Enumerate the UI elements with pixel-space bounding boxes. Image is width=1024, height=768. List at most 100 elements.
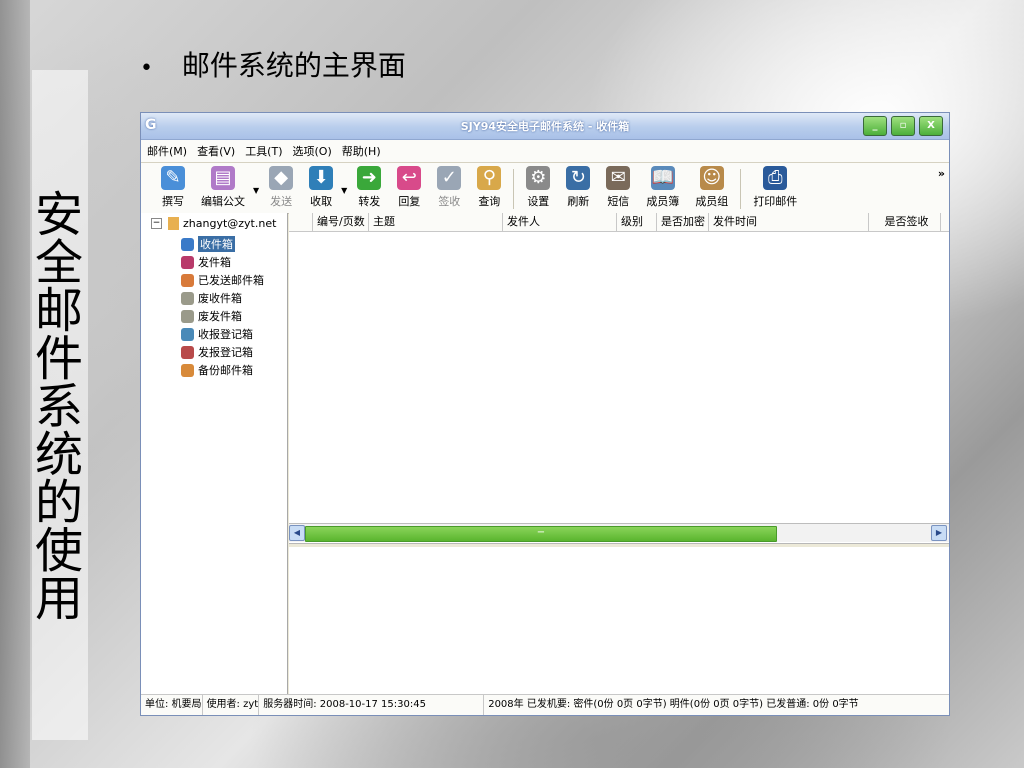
print-label: 打印邮件: [753, 195, 798, 208]
status-unit: 单位: 机要局: [141, 695, 203, 715]
group-icon: ☺: [699, 166, 724, 190]
settings-label: 设置: [527, 195, 550, 208]
members-button[interactable]: 📖 成员簿: [638, 166, 687, 213]
refresh-icon: ↻: [566, 166, 591, 190]
window-title: SJY94安全电子邮件系统 - 收件箱: [460, 120, 630, 133]
sign-button[interactable]: ✓ 签收: [429, 166, 469, 213]
compose-icon: ✎: [161, 166, 185, 190]
folder-sent[interactable]: 已发送邮件箱: [181, 271, 264, 289]
column-send-time[interactable]: 发件时间: [709, 213, 869, 231]
toolbar-separator: [740, 169, 742, 209]
tree-root-account[interactable]: − zhangyt@zyt.net: [151, 217, 276, 230]
sign-label: 签收: [438, 195, 461, 208]
slide-bullet-heading: • 邮件系统的主界面: [140, 44, 406, 84]
window-titlebar[interactable]: G SJY94安全电子邮件系统 - 收件箱 _ ▫ X: [141, 113, 949, 140]
folder-label: 发件箱: [198, 256, 231, 269]
sent-icon: [181, 273, 194, 287]
forward-icon: ➜: [357, 166, 382, 190]
gear-icon: ⚙: [526, 166, 551, 190]
window-controls: _ ▫ X: [863, 116, 943, 136]
bullet-text: 邮件系统的主界面: [181, 49, 406, 82]
address-book-icon: 📖: [650, 166, 675, 190]
folder-inbox[interactable]: 收件箱: [181, 235, 264, 253]
receive-dropdown-icon[interactable]: ▼: [341, 186, 347, 213]
column-sender[interactable]: 发件人: [503, 213, 617, 231]
register-icon: [181, 327, 194, 341]
maximize-button[interactable]: ▫: [891, 116, 915, 136]
forward-button[interactable]: ➜ 转发: [349, 166, 389, 213]
groups-label: 成员组: [695, 195, 729, 208]
main-body: − zhangyt@zyt.net 收件箱 发件箱 已发送邮件箱 废收件箱 废发…: [141, 213, 949, 695]
folder-label: 废发件箱: [198, 310, 242, 323]
bullet-dot: •: [140, 56, 153, 81]
edit-document-dropdown-icon[interactable]: ▼: [253, 186, 259, 213]
search-icon: ⚲: [477, 166, 502, 190]
menu-help[interactable]: 帮助(H): [342, 143, 381, 159]
folder-label: 发报登记箱: [198, 346, 253, 359]
sms-button[interactable]: ✉ 短信: [598, 166, 638, 213]
column-encrypted[interactable]: 是否加密: [657, 213, 709, 231]
edit-document-button[interactable]: ▤ 编辑公文: [193, 166, 253, 213]
send-button[interactable]: ◆ 发送: [261, 166, 301, 213]
menu-tools[interactable]: 工具(T): [245, 143, 282, 159]
collapse-icon[interactable]: −: [151, 218, 162, 229]
menubar: 邮件(M) 查看(V) 工具(T) 选项(O) 帮助(H): [141, 140, 949, 163]
folder-trash-received[interactable]: 废收件箱: [181, 289, 264, 307]
edit-document-label: 编辑公文: [201, 195, 245, 208]
folder-tree: − zhangyt@zyt.net 收件箱 发件箱 已发送邮件箱 废收件箱 废发…: [141, 213, 288, 695]
refresh-button[interactable]: ↻ 刷新: [558, 166, 598, 213]
toolbar-overflow-icon[interactable]: »: [938, 167, 945, 180]
print-button[interactable]: ⎙ 打印邮件: [745, 166, 805, 213]
settings-button[interactable]: ⚙ 设置: [518, 166, 558, 213]
compose-button[interactable]: ✎ 撰写: [153, 166, 193, 213]
forward-label: 转发: [358, 195, 381, 208]
slide-vertical-title: 安全邮件系统的使用: [26, 70, 88, 740]
menu-mail[interactable]: 邮件(M): [147, 143, 187, 159]
folder-received-register[interactable]: 收报登记箱: [181, 325, 264, 343]
folder-list: 收件箱 发件箱 已发送邮件箱 废收件箱 废发件箱 收报登记箱 发报登记箱 备份邮…: [181, 235, 264, 379]
compose-label: 撰写: [162, 195, 184, 208]
receive-label: 收取: [310, 195, 333, 208]
column-level[interactable]: 级别: [617, 213, 657, 231]
sign-icon: ✓: [437, 166, 462, 190]
status-summary: 2008年 已发机要: 密件(0份 0页 0字节) 明件(0份 0页 0字节) …: [488, 699, 859, 710]
trash-icon: [181, 309, 194, 323]
document-icon: ▤: [211, 166, 235, 190]
scroll-right-icon[interactable]: ▶: [931, 525, 947, 541]
folder-sent-register[interactable]: 发报登记箱: [181, 343, 264, 361]
send-label: 发送: [270, 195, 293, 208]
folder-trash-sent[interactable]: 废发件箱: [181, 307, 264, 325]
receive-button[interactable]: ⬇ 收取: [301, 166, 341, 213]
minimize-button[interactable]: _: [863, 116, 887, 136]
print-icon: ⎙: [763, 166, 788, 190]
folder-label: 已发送邮件箱: [198, 274, 264, 287]
folder-outbox[interactable]: 发件箱: [181, 253, 264, 271]
reply-button[interactable]: ↩ 回复: [389, 166, 429, 213]
reply-label: 回复: [398, 195, 421, 208]
menu-options[interactable]: 选项(O): [293, 143, 332, 159]
groups-button[interactable]: ☺ 成员组: [687, 166, 736, 213]
toolbar: ✎ 撰写 ▤ 编辑公文 ▼ ◆ 发送 ⬇ 收取 ▼ ➜ 转发 ↩ 回复 ✓ 签收: [141, 163, 949, 214]
folder-backup[interactable]: 备份邮件箱: [181, 361, 264, 379]
scroll-thumb[interactable]: −: [305, 526, 777, 542]
account-label: zhangyt@zyt.net: [183, 217, 277, 230]
menu-view[interactable]: 查看(V): [197, 143, 235, 159]
preview-pane: [289, 547, 949, 695]
receive-icon: ⬇: [309, 166, 334, 190]
scroll-left-icon[interactable]: ◀: [289, 525, 305, 541]
search-button[interactable]: ⚲ 查询: [469, 166, 509, 213]
refresh-label: 刷新: [567, 195, 590, 208]
horizontal-scrollbar[interactable]: ◀ − ▶: [289, 523, 949, 542]
members-label: 成员簿: [646, 195, 680, 208]
sms-label: 短信: [607, 195, 630, 208]
column-subject[interactable]: 主题: [369, 213, 503, 231]
send-icon: ◆: [269, 166, 294, 190]
toolbar-separator: [513, 169, 515, 209]
close-button[interactable]: X: [919, 116, 943, 136]
column-number[interactable]: 编号/页数: [313, 213, 369, 231]
register-icon: [181, 345, 194, 359]
column-signed[interactable]: 是否签收: [869, 213, 941, 231]
folder-label: 备份邮件箱: [198, 364, 253, 377]
folder-label: 废收件箱: [198, 292, 242, 305]
trash-icon: [181, 291, 194, 305]
